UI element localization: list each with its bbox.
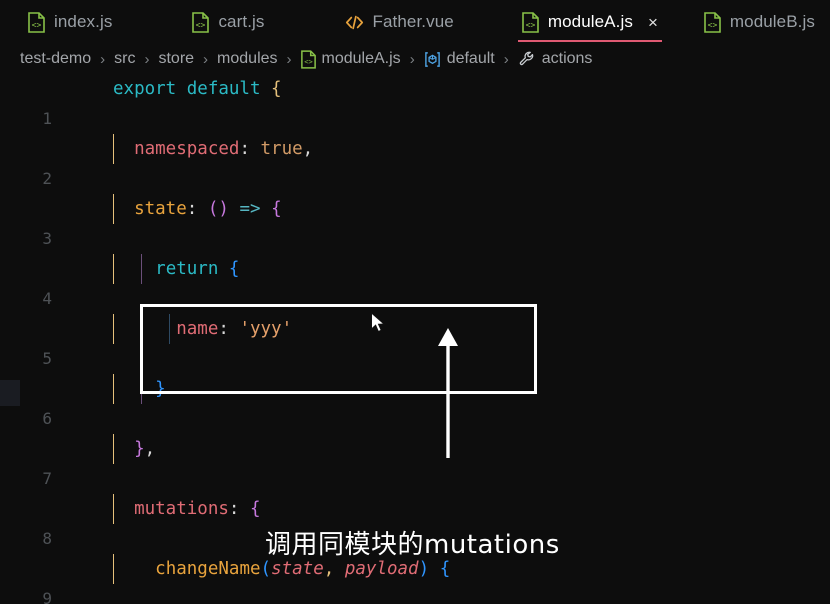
- mouse-cursor-icon: [371, 312, 386, 333]
- code-text: export default {: [113, 79, 282, 99]
- tab-label: Father.vue: [372, 12, 454, 31]
- breadcrumb-separator: ›: [100, 50, 106, 68]
- breadcrumb-label: src: [114, 50, 136, 67]
- code-line[interactable]: 7 },: [0, 434, 830, 488]
- annotation-callout-text: 调用同模块的mutations: [265, 530, 560, 560]
- breadcrumb-separator: ›: [409, 50, 415, 68]
- line-number: 8: [42, 529, 52, 548]
- code-line[interactable]: 1 export default {: [0, 74, 830, 128]
- js-file-icon: <>: [192, 11, 210, 33]
- svg-text:<>: <>: [32, 20, 42, 29]
- breadcrumb-item-modulea-js[interactable]: <> moduleA.js: [299, 49, 403, 69]
- tab-modulea-js[interactable]: <> moduleA.js ×: [508, 0, 672, 44]
- code-line[interactable]: 6 }: [0, 374, 830, 428]
- code-text: state: () => {: [134, 199, 282, 219]
- breadcrumb-separator: ›: [203, 50, 209, 68]
- code-line[interactable]: 8 mutations: {: [0, 494, 830, 548]
- close-icon[interactable]: ×: [648, 14, 658, 31]
- svg-text:<>: <>: [526, 20, 536, 29]
- breadcrumb: test-demo › src › store › modules › <> m…: [0, 44, 830, 74]
- line-number: 3: [42, 229, 52, 248]
- annotation-arrow-icon: [438, 328, 458, 458]
- svg-text:<>: <>: [196, 20, 206, 29]
- breadcrumb-item-modules[interactable]: modules: [215, 50, 279, 68]
- js-file-icon: <>: [522, 11, 539, 33]
- svg-text:<>: <>: [304, 56, 313, 65]
- breadcrumb-separator: ›: [286, 50, 292, 68]
- breadcrumb-label: test-demo: [20, 50, 92, 67]
- line-number: 9: [42, 589, 52, 604]
- editor-tab-bar: <> index.js <> cart.js Father.vue <> mod…: [0, 0, 830, 44]
- code-text: name: 'yyy': [176, 319, 293, 339]
- breadcrumb-item-src[interactable]: src: [112, 50, 137, 68]
- tab-cart-js[interactable]: <> cart.js: [178, 0, 278, 44]
- tab-label: moduleA.js: [547, 12, 633, 31]
- line-number: 4: [42, 289, 52, 308]
- method-symbol-icon: [518, 50, 536, 68]
- breadcrumb-item-store[interactable]: store: [156, 50, 196, 68]
- tab-moduleb-js[interactable]: <> moduleB.js: [690, 0, 829, 44]
- code-text: mutations: {: [134, 499, 261, 519]
- breadcrumb-item-actions[interactable]: actions: [516, 50, 595, 68]
- breadcrumb-label: actions: [541, 50, 593, 67]
- line-number: 6: [42, 409, 52, 428]
- tab-label: moduleB.js: [729, 12, 815, 31]
- tab-father-vue[interactable]: Father.vue: [331, 0, 468, 44]
- line-number: 1: [42, 109, 52, 128]
- code-line[interactable]: 3 state: () => {: [0, 194, 830, 248]
- line-number: 5: [42, 349, 52, 368]
- line-number: 7: [42, 469, 52, 488]
- code-text: namespaced: true,: [134, 139, 314, 159]
- tab-index-js[interactable]: <> index.js: [14, 0, 126, 44]
- breadcrumb-label: default: [446, 50, 495, 67]
- module-symbol-icon: [424, 51, 441, 68]
- breadcrumb-label: store: [158, 50, 195, 67]
- code-line[interactable]: 4 return {: [0, 254, 830, 308]
- breadcrumb-item-default[interactable]: default: [422, 50, 497, 68]
- breadcrumb-separator: ›: [503, 50, 509, 68]
- code-line[interactable]: 2 namespaced: true,: [0, 134, 830, 188]
- js-file-icon: <>: [300, 49, 316, 69]
- code-line[interactable]: 5 name: 'yyy': [0, 314, 830, 368]
- line-number: 2: [42, 169, 52, 188]
- tab-label: index.js: [54, 12, 113, 31]
- code-text: return {: [155, 259, 240, 279]
- tab-label: cart.js: [218, 12, 265, 31]
- js-file-icon: <>: [704, 11, 721, 33]
- code-text: },: [134, 439, 156, 459]
- vue-file-icon: [345, 13, 364, 32]
- breadcrumb-separator: ›: [144, 50, 150, 68]
- breadcrumb-label: moduleA.js: [321, 50, 401, 67]
- svg-text:<>: <>: [708, 20, 718, 29]
- code-text: }: [155, 379, 166, 399]
- js-file-icon: <>: [28, 11, 45, 33]
- breadcrumb-item-test-demo[interactable]: test-demo: [18, 50, 93, 68]
- breadcrumb-label: modules: [217, 50, 278, 67]
